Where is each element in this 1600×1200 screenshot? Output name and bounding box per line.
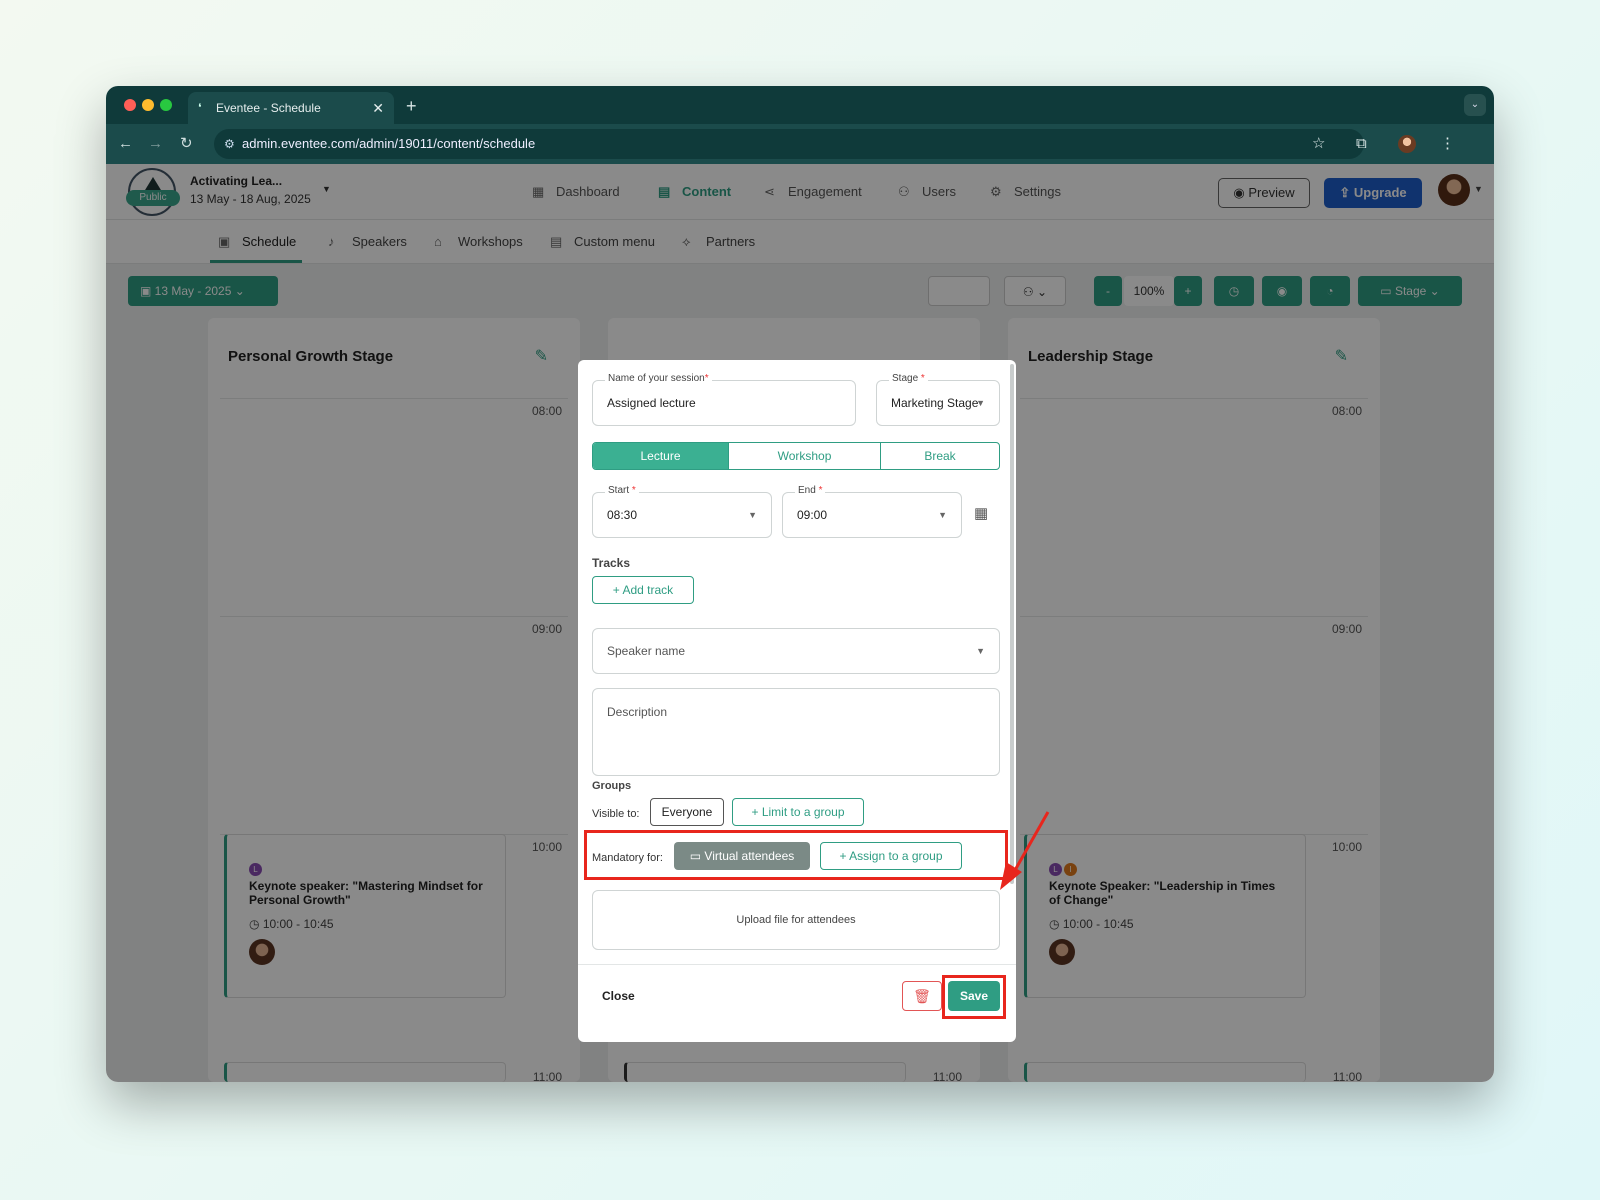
calendar-icon[interactable]: ▦ <box>974 504 988 522</box>
description-textarea[interactable]: Description <box>592 688 1000 776</box>
session-name-value: Assigned lecture <box>607 396 696 410</box>
reload-icon[interactable]: ↻ <box>180 132 193 156</box>
groups-label: Groups <box>592 780 632 792</box>
annotation-arrow <box>1000 811 1050 890</box>
type-lecture[interactable]: Lecture <box>593 443 729 469</box>
speaker-placeholder: Speaker name <box>607 644 686 658</box>
trash-icon: 🗑 <box>913 988 931 1004</box>
tab-title: Eventee - Schedule <box>216 101 321 115</box>
add-track-button[interactable]: + Add track <box>592 576 694 604</box>
browser-tab[interactable]: ❛ Eventee - Schedule ✕ <box>188 92 394 124</box>
end-value: 09:00 <box>797 508 828 522</box>
type-workshop[interactable]: Workshop <box>729 443 881 469</box>
close-button[interactable]: Close <box>602 989 635 1003</box>
url-text: admin.eventee.com/admin/19011/content/sc… <box>242 136 536 151</box>
chevron-down-icon: ▼ <box>938 510 947 520</box>
tracks-label: Tracks <box>592 556 631 570</box>
address-bar[interactable]: ⚙ admin.eventee.com/admin/19011/content/… <box>214 129 1364 159</box>
start-value: 08:30 <box>607 508 638 522</box>
tab-search-icon[interactable]: ⌄ <box>1464 94 1486 116</box>
back-icon[interactable]: ← <box>118 132 133 156</box>
modal-footer: Close 🗑 Save <box>578 964 1016 1042</box>
start-time-select[interactable]: Start * 08:30 ▼ <box>592 485 772 538</box>
profile-avatar-icon[interactable] <box>1398 135 1416 153</box>
site-settings-icon[interactable]: ⚙ <box>224 129 235 159</box>
browser-menu-icon[interactable]: ⋮ <box>1440 132 1455 156</box>
maximize-window-dot[interactable] <box>160 99 172 111</box>
plus-icon: + <box>751 805 762 819</box>
visible-to-label: Visible to: <box>592 808 640 820</box>
limit-to-group-button[interactable]: + Limit to a group <box>732 798 864 826</box>
eventee-app: Public Activating Lea... 13 May - 18 Aug… <box>106 164 1494 1082</box>
speaker-select[interactable]: Speaker name ▼ <box>592 628 1000 674</box>
minimize-window-dot[interactable] <box>142 99 154 111</box>
delete-button[interactable]: 🗑 <box>902 981 942 1011</box>
eventee-favicon-icon: ❛ <box>198 102 202 114</box>
close-tab-icon[interactable]: ✕ <box>372 92 384 124</box>
everyone-chip[interactable]: Everyone <box>650 798 724 826</box>
browser-toolbar: ← → ↻ ⚙ admin.eventee.com/admin/19011/co… <box>106 124 1494 164</box>
upload-file-area[interactable]: Upload file for attendees <box>592 890 1000 950</box>
stage-value: Marketing Stage <box>891 396 979 410</box>
browser-tab-bar: ❛ Eventee - Schedule ✕ + ⌄ <box>106 86 1494 124</box>
save-highlight-box <box>942 975 1006 1019</box>
chevron-down-icon: ▼ <box>976 646 985 656</box>
forward-icon[interactable]: → <box>148 132 163 156</box>
close-window-dot[interactable] <box>124 99 136 111</box>
session-type-toggle: Lecture Workshop Break <box>592 442 1000 470</box>
mandatory-highlight-box <box>584 830 1008 880</box>
chevron-down-icon: ▼ <box>748 510 757 520</box>
description-placeholder: Description <box>607 705 668 719</box>
extensions-icon[interactable]: ⧉ <box>1356 132 1367 156</box>
bookmark-star-icon[interactable]: ☆ <box>1312 132 1325 156</box>
type-break[interactable]: Break <box>881 443 999 469</box>
session-name-field[interactable]: Name of your session* Assigned lecture <box>592 373 856 426</box>
session-edit-modal: Name of your session* Assigned lecture S… <box>578 360 1016 1042</box>
stage-select[interactable]: Stage * Marketing Stage ▼ <box>876 373 1000 426</box>
end-time-select[interactable]: End * 09:00 ▼ <box>782 485 962 538</box>
browser-window: ❛ Eventee - Schedule ✕ + ⌄ ← → ↻ ⚙ admin… <box>106 86 1494 1082</box>
chevron-down-icon: ▼ <box>976 398 985 408</box>
new-tab-icon[interactable]: + <box>406 92 417 120</box>
